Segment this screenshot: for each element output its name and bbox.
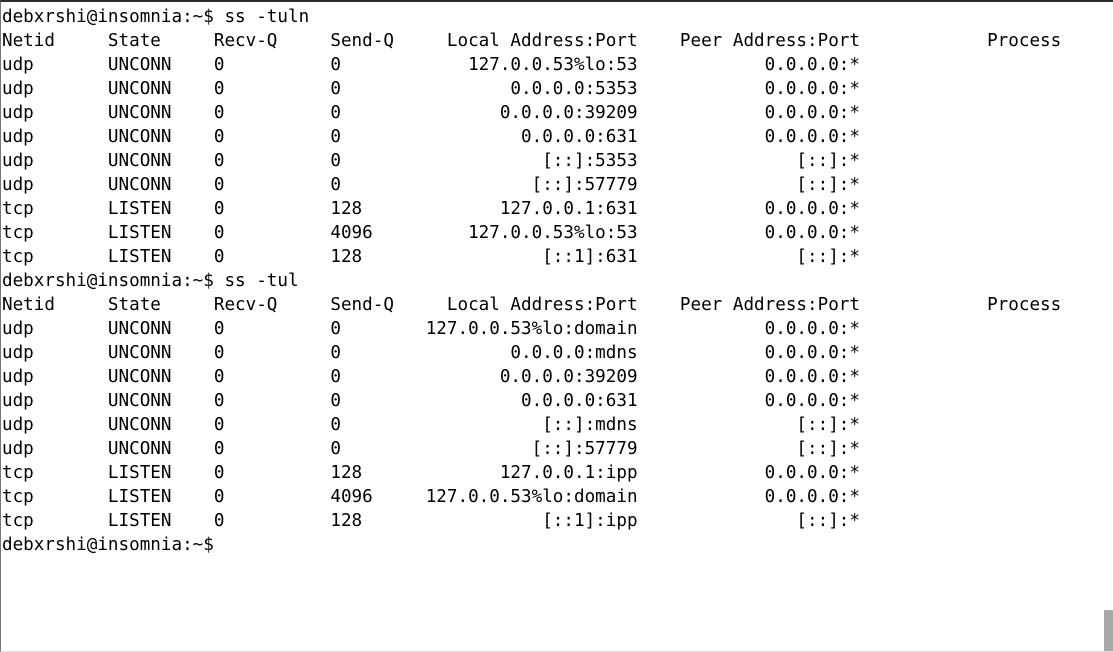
table-row: udp UNCONN 0 0 0.0.0.0:631 0.0.0.0:* xyxy=(2,127,860,147)
table-row: udp UNCONN 0 0 127.0.0.53%lo:53 0.0.0.0:… xyxy=(2,55,860,75)
terminal-scrollbar[interactable] xyxy=(1100,4,1113,651)
table-row: udp UNCONN 0 0 0.0.0.0:39209 0.0.0.0:* xyxy=(2,103,860,123)
table-row: udp UNCONN 0 0 [::]:mdns [::]:* xyxy=(2,415,860,435)
table-row: udp UNCONN 0 0 0.0.0.0:5353 0.0.0.0:* xyxy=(2,79,860,99)
command-prompt-line: debxrshi@insomnia:~$ ss -tuln xyxy=(2,7,310,27)
table-row: tcp LISTEN 0 128 [::1]:631 [::]:* xyxy=(2,247,860,267)
command-prompt-line: debxrshi@insomnia:~$ xyxy=(2,535,214,555)
table-row: udp UNCONN 0 0 0.0.0.0:39209 0.0.0.0:* xyxy=(2,367,860,387)
table-row: tcp LISTEN 0 128 [::1]:ipp [::]:* xyxy=(2,511,860,531)
command-prompt-line: debxrshi@insomnia:~$ ss -tul xyxy=(2,271,299,291)
table-row: udp UNCONN 0 0 0.0.0.0:mdns 0.0.0.0:* xyxy=(2,343,860,363)
terminal-scrollbar-thumb[interactable] xyxy=(1104,610,1113,651)
table-row: udp UNCONN 0 0 [::]:57779 [::]:* xyxy=(2,439,860,459)
table-row: udp UNCONN 0 0 127.0.0.53%lo:domain 0.0.… xyxy=(2,319,860,339)
table-row: tcp LISTEN 0 4096 127.0.0.53%lo:53 0.0.0… xyxy=(2,223,860,243)
table-header-row: Netid State Recv-Q Send-Q Local Address:… xyxy=(2,31,1062,51)
table-row: tcp LISTEN 0 4096 127.0.0.53%lo:domain 0… xyxy=(2,487,860,507)
table-row: tcp LISTEN 0 128 127.0.0.1:ipp 0.0.0.0:* xyxy=(2,463,860,483)
table-row: udp UNCONN 0 0 [::]:57779 [::]:* xyxy=(2,175,860,195)
terminal-window[interactable]: debxrshi@insomnia:~$ ss -tuln Netid State… xyxy=(0,0,1113,652)
table-row: udp UNCONN 0 0 [::]:5353 [::]:* xyxy=(2,151,860,171)
table-row: udp UNCONN 0 0 0.0.0.0:631 0.0.0.0:* xyxy=(2,391,860,411)
table-header-row: Netid State Recv-Q Send-Q Local Address:… xyxy=(2,295,1062,315)
terminal-output-area[interactable]: debxrshi@insomnia:~$ ss -tuln Netid State… xyxy=(1,2,1113,651)
table-row: tcp LISTEN 0 128 127.0.0.1:631 0.0.0.0:* xyxy=(2,199,860,219)
